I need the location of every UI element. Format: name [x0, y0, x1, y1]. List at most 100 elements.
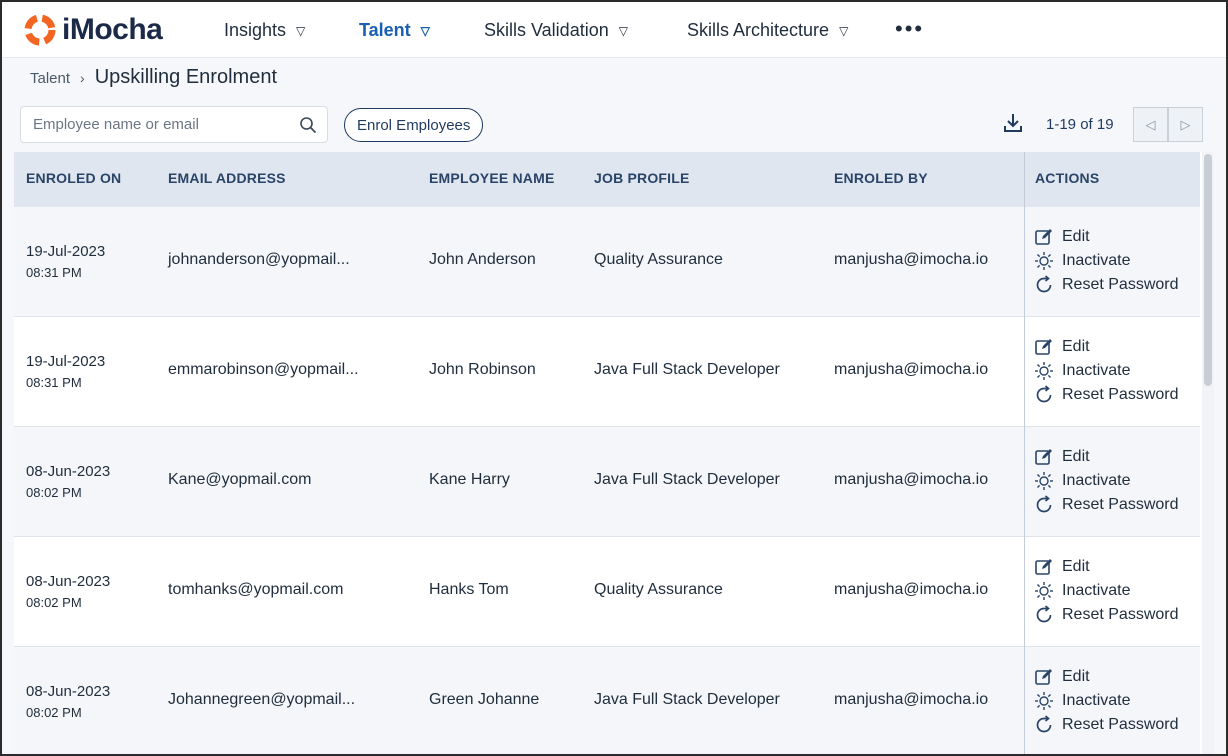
breadcrumb: Talent › Upskilling Enrolment	[30, 66, 277, 89]
more-menu-icon[interactable]: •••	[895, 16, 924, 42]
edit-label: Edit	[1062, 558, 1090, 575]
reset-password-action[interactable]: Reset Password	[1034, 274, 1179, 296]
edit-icon	[1035, 229, 1052, 245]
inactivate-label: Inactivate	[1062, 582, 1131, 599]
enroled-date: 19-Jul-2023	[26, 243, 106, 260]
app-frame: iMocha Insights ▽ Talent ▽ Skills Valida…	[0, 0, 1228, 756]
edit-icon	[1035, 559, 1052, 575]
edit-icon	[1035, 449, 1052, 465]
chevron-down-icon: ▽	[296, 23, 306, 38]
job-profile: Quality Assurance	[594, 581, 723, 598]
nav-talent-label: Talent	[359, 20, 411, 40]
enroled-time: 08:02 PM	[26, 705, 82, 720]
edit-action[interactable]: Edit	[1034, 446, 1090, 468]
column-header-actions: ACTIONS	[1035, 170, 1100, 186]
search-icon[interactable]	[299, 116, 317, 134]
reset-password-action[interactable]: Reset Password	[1034, 604, 1179, 626]
edit-icon	[1035, 339, 1052, 355]
chevron-down-icon: ▽	[839, 23, 849, 38]
refresh-icon	[1036, 715, 1052, 733]
table-header: ENROLED ON EMAIL ADDRESS EMPLOYEE NAME J…	[14, 152, 1200, 207]
reset-password-label: Reset Password	[1062, 496, 1179, 513]
reset-password-label: Reset Password	[1062, 276, 1179, 293]
enroled-time: 08:02 PM	[26, 595, 82, 610]
top-navigation: iMocha Insights ▽ Talent ▽ Skills Valida…	[2, 2, 1226, 58]
enroled-time: 08:02 PM	[26, 485, 82, 500]
chevron-down-icon: ▽	[420, 23, 430, 38]
job-profile: Java Full Stack Developer	[594, 471, 780, 488]
next-page-button[interactable]: ▷	[1168, 107, 1203, 142]
column-header-job-profile[interactable]: JOB PROFILE	[594, 170, 690, 186]
nav-skills-architecture[interactable]: Skills Architecture ▽	[687, 20, 848, 41]
reset-password-action[interactable]: Reset Password	[1034, 494, 1179, 516]
enroled-by: manjusha@imocha.io	[834, 581, 989, 598]
enroled-date: 08-Jun-2023	[26, 463, 111, 480]
table-row: 19-Jul-2023 08:31 PM johnanderson@yopmai…	[14, 207, 1200, 317]
reset-password-action[interactable]: Reset Password	[1034, 384, 1179, 406]
edit-label: Edit	[1062, 228, 1090, 245]
chevron-right-icon: ›	[80, 70, 85, 86]
inactivate-action[interactable]: Inactivate	[1034, 690, 1130, 712]
breadcrumb-talent-link[interactable]: Talent	[30, 70, 70, 87]
vertical-scrollbar[interactable]	[1202, 152, 1214, 754]
inactivate-label: Inactivate	[1062, 472, 1131, 489]
bulb-icon	[1035, 472, 1053, 490]
email-address: johnanderson@yopmail...	[168, 251, 350, 268]
enroled-time: 08:31 PM	[26, 375, 82, 390]
table-row: 19-Jul-2023 08:31 PM emmarobinson@yopmai…	[14, 317, 1200, 427]
edit-action[interactable]: Edit	[1034, 666, 1090, 688]
column-header-enroled-by[interactable]: ENROLED BY	[834, 170, 928, 186]
inactivate-action[interactable]: Inactivate	[1034, 360, 1130, 382]
nav-skills-architecture-label: Skills Architecture	[687, 20, 830, 40]
enroled-date: 19-Jul-2023	[26, 353, 106, 370]
pagination-count: 1-19 of 19	[1046, 116, 1114, 133]
scrollbar-thumb[interactable]	[1204, 154, 1212, 386]
edit-label: Edit	[1062, 338, 1090, 355]
bulb-icon	[1035, 692, 1053, 710]
edit-icon	[1035, 669, 1052, 685]
edit-label: Edit	[1062, 448, 1090, 465]
search-input[interactable]	[21, 107, 291, 142]
edit-action[interactable]: Edit	[1034, 336, 1090, 358]
nav-skills-validation[interactable]: Skills Validation ▽	[484, 20, 628, 41]
inactivate-action[interactable]: Inactivate	[1034, 470, 1130, 492]
brand-name: iMocha	[62, 13, 163, 46]
previous-page-button[interactable]: ◁	[1133, 107, 1168, 142]
edit-action[interactable]: Edit	[1034, 556, 1090, 578]
actions-column-divider	[1024, 152, 1025, 754]
email-address: Kane@yopmail.com	[168, 471, 312, 488]
brand-logo[interactable]: iMocha	[22, 12, 163, 48]
reset-password-label: Reset Password	[1062, 386, 1179, 403]
edit-action[interactable]: Edit	[1034, 226, 1090, 248]
email-address: Johannegreen@yopmail...	[168, 691, 356, 708]
enrolment-table: ENROLED ON EMAIL ADDRESS EMPLOYEE NAME J…	[14, 152, 1214, 754]
job-profile: Java Full Stack Developer	[594, 361, 780, 378]
job-profile: Java Full Stack Developer	[594, 691, 780, 708]
nav-insights-label: Insights	[224, 20, 287, 40]
enroled-by: manjusha@imocha.io	[834, 251, 989, 268]
employee-name: Kane Harry	[429, 471, 510, 488]
inactivate-label: Inactivate	[1062, 252, 1131, 269]
column-header-employee-name[interactable]: EMPLOYEE NAME	[429, 170, 555, 186]
column-header-email[interactable]: EMAIL ADDRESS	[168, 170, 286, 186]
inactivate-label: Inactivate	[1062, 362, 1131, 379]
nav-talent[interactable]: Talent ▽	[359, 20, 430, 41]
refresh-icon	[1036, 495, 1052, 513]
table-row: 08-Jun-2023 08:02 PM Kane@yopmail.com Ka…	[14, 427, 1200, 537]
enroled-time: 08:31 PM	[26, 265, 82, 280]
email-address: tomhanks@yopmail.com	[168, 581, 344, 598]
enrol-employees-button[interactable]: Enrol Employees	[344, 108, 484, 142]
column-header-enroled-on[interactable]: ENROLED ON	[26, 170, 121, 186]
chevron-down-icon: ▽	[618, 23, 628, 38]
employee-name: Hanks Tom	[429, 581, 509, 598]
inactivate-label: Inactivate	[1062, 692, 1131, 709]
nav-insights[interactable]: Insights ▽	[224, 20, 305, 41]
enroled-by: manjusha@imocha.io	[834, 471, 989, 488]
download-icon[interactable]	[1002, 112, 1024, 134]
inactivate-action[interactable]: Inactivate	[1034, 250, 1130, 272]
reset-password-action[interactable]: Reset Password	[1034, 714, 1179, 736]
inactivate-action[interactable]: Inactivate	[1034, 580, 1130, 602]
enroled-date: 08-Jun-2023	[26, 683, 111, 700]
employee-name: John Anderson	[429, 251, 536, 268]
job-profile: Quality Assurance	[594, 251, 723, 268]
